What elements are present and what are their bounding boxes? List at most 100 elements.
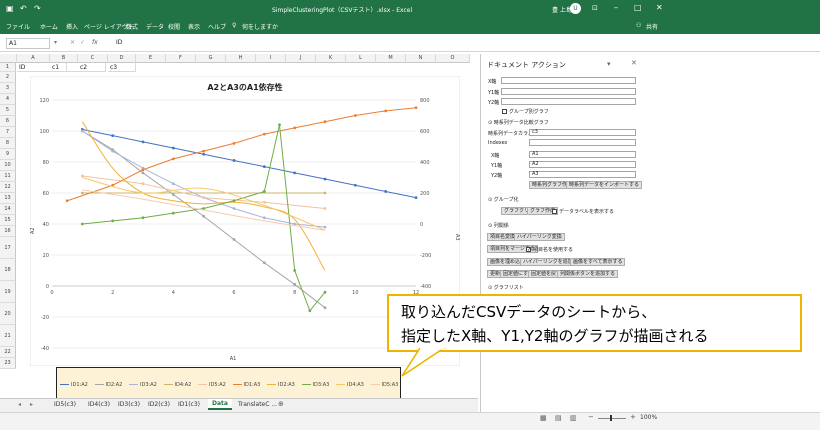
- column-header[interactable]: H: [226, 54, 256, 63]
- legend-item[interactable]: ID4:A3: [336, 381, 364, 388]
- series-column-field[interactable]: c3: [529, 129, 636, 136]
- column-header[interactable]: F: [166, 54, 196, 63]
- sheet-tab-data[interactable]: Data: [208, 399, 232, 410]
- tab-data[interactable]: データ: [146, 22, 164, 31]
- maximize-icon[interactable]: □: [634, 3, 642, 12]
- zoom-in-icon[interactable]: +: [630, 413, 636, 421]
- search-hint[interactable]: 何をしますか: [242, 22, 278, 31]
- column-header[interactable]: C: [78, 54, 108, 63]
- row-header[interactable]: 14: [0, 204, 16, 215]
- legend-item[interactable]: ID5:A3: [370, 381, 398, 388]
- cell-b1[interactable]: c1: [50, 63, 78, 72]
- chart-legend[interactable]: ID1:A2 ID2:A2 ID3:A2 ID4:A2 ID5:A2 ID1:A3 ID2:…: [56, 367, 401, 399]
- row-header[interactable]: 8: [0, 138, 16, 149]
- cell-c1[interactable]: c2: [78, 63, 106, 72]
- import-series-data-button[interactable]: 時系列データをインポートする: [566, 181, 643, 189]
- column-header[interactable]: K: [316, 54, 346, 63]
- legend-item[interactable]: ID2:A3: [267, 381, 295, 388]
- tab-home[interactable]: ホーム: [40, 22, 58, 31]
- row-header[interactable]: 5: [0, 105, 16, 116]
- legend-item[interactable]: ID1:A3: [232, 381, 260, 388]
- row-header[interactable]: 9: [0, 149, 16, 160]
- formula-input[interactable]: ID: [116, 39, 122, 46]
- tab-review[interactable]: 校閲: [168, 22, 180, 31]
- row-header[interactable]: 6: [0, 116, 16, 127]
- group-chart-check-box[interactable]: [502, 109, 507, 114]
- avatar[interactable]: U: [570, 3, 581, 14]
- use-name-checkbox[interactable]: 項目名を使用する: [526, 246, 573, 253]
- use-name-check-box[interactable]: [526, 247, 531, 252]
- row-header[interactable]: 4: [0, 94, 16, 105]
- undo-icon[interactable]: ↶: [20, 4, 27, 13]
- row-header[interactable]: 23: [0, 358, 16, 369]
- row-header[interactable]: 22: [0, 347, 16, 358]
- add-sheet-icon[interactable]: ⊕: [278, 400, 284, 408]
- lightbulb-icon[interactable]: ♀: [232, 22, 236, 29]
- column-header[interactable]: I: [256, 54, 286, 63]
- sheet-tab-id5[interactable]: ID5(c3): [54, 401, 76, 408]
- data-label-checkbox[interactable]: データラベルを表示する: [552, 208, 614, 215]
- legend-item[interactable]: ID4:A2: [163, 381, 191, 388]
- zoom-slider[interactable]: [598, 418, 626, 419]
- row-header[interactable]: 13: [0, 193, 16, 204]
- row-header[interactable]: 1: [0, 63, 16, 72]
- row-header[interactable]: 7: [0, 127, 16, 138]
- minimize-icon[interactable]: –: [614, 3, 618, 12]
- close-icon[interactable]: ✕: [656, 3, 663, 12]
- row-header[interactable]: 21: [0, 325, 16, 347]
- row-header[interactable]: 3: [0, 83, 16, 94]
- column-header[interactable]: G: [196, 54, 226, 63]
- row-header[interactable]: 18: [0, 259, 16, 281]
- page-layout-view-icon[interactable]: ▤: [555, 414, 562, 422]
- row-header[interactable]: 15: [0, 215, 16, 226]
- scroll-left-icon[interactable]: ◂: [18, 401, 21, 408]
- redo-icon[interactable]: ↷: [34, 4, 41, 13]
- tab-help[interactable]: ヘルプ: [208, 22, 226, 31]
- y2-axis-2-field[interactable]: A3: [529, 171, 636, 178]
- tab-file[interactable]: ファイル: [6, 22, 30, 31]
- pane-menu-icon[interactable]: ▾: [607, 60, 611, 68]
- legend-item[interactable]: ID1:A2: [60, 381, 88, 388]
- function-icon[interactable]: fx: [92, 39, 98, 46]
- column-header[interactable]: B: [50, 54, 78, 63]
- confirm-entry-icon[interactable]: ✓: [80, 39, 85, 46]
- legend-item[interactable]: ID3:A3: [301, 381, 329, 388]
- zoom-level[interactable]: 100%: [640, 414, 657, 421]
- y1-axis-2-field[interactable]: A2: [529, 161, 636, 168]
- row-header[interactable]: 10: [0, 160, 16, 171]
- sheet-tab-id2[interactable]: ID2(c3): [148, 401, 170, 408]
- column-header[interactable]: E: [136, 54, 166, 63]
- show-all-images-button[interactable]: 画像をすべて表示する: [570, 258, 626, 266]
- share-button[interactable]: 共有: [646, 22, 658, 31]
- row-header[interactable]: 11: [0, 171, 16, 182]
- column-header[interactable]: A: [17, 54, 50, 63]
- zoom-out-icon[interactable]: −: [588, 413, 594, 421]
- sheet-tab-id3[interactable]: ID3(c3): [118, 401, 140, 408]
- graph-list-section-header[interactable]: ⊙ グラフリスト: [488, 284, 524, 291]
- tab-insert[interactable]: 挿入: [66, 22, 78, 31]
- name-box-dropdown-icon[interactable]: ▾: [54, 39, 57, 46]
- normal-view-icon[interactable]: ▦: [540, 414, 547, 422]
- name-box[interactable]: A1: [6, 38, 50, 49]
- select-all-corner[interactable]: [0, 54, 17, 63]
- legend-item[interactable]: ID5:A2: [198, 381, 226, 388]
- x-axis-field[interactable]: [501, 77, 636, 84]
- column-ops-section-header[interactable]: ⊙ 列関係: [488, 222, 509, 229]
- zoom-slider-thumb[interactable]: [610, 415, 612, 421]
- row-header[interactable]: 12: [0, 182, 16, 193]
- legend-item[interactable]: ID3:A2: [129, 381, 157, 388]
- indexes-field[interactable]: [529, 139, 636, 146]
- y1-axis-field[interactable]: [501, 88, 636, 95]
- row-header[interactable]: 2: [0, 72, 16, 83]
- column-header[interactable]: M: [376, 54, 406, 63]
- page-break-view-icon[interactable]: ▥: [570, 414, 577, 422]
- row-header[interactable]: 20: [0, 303, 16, 325]
- row-header[interactable]: 16: [0, 226, 16, 237]
- tab-view[interactable]: 表示: [188, 22, 200, 31]
- add-column-button-button[interactable]: 列関係ボタンを追加する: [557, 270, 619, 278]
- ribbon-display-icon[interactable]: ⊡: [592, 4, 598, 12]
- y2-axis-field[interactable]: [501, 98, 636, 105]
- row-header[interactable]: 17: [0, 237, 16, 259]
- row-header[interactable]: 19: [0, 281, 16, 303]
- data-label-check-box[interactable]: [552, 209, 557, 214]
